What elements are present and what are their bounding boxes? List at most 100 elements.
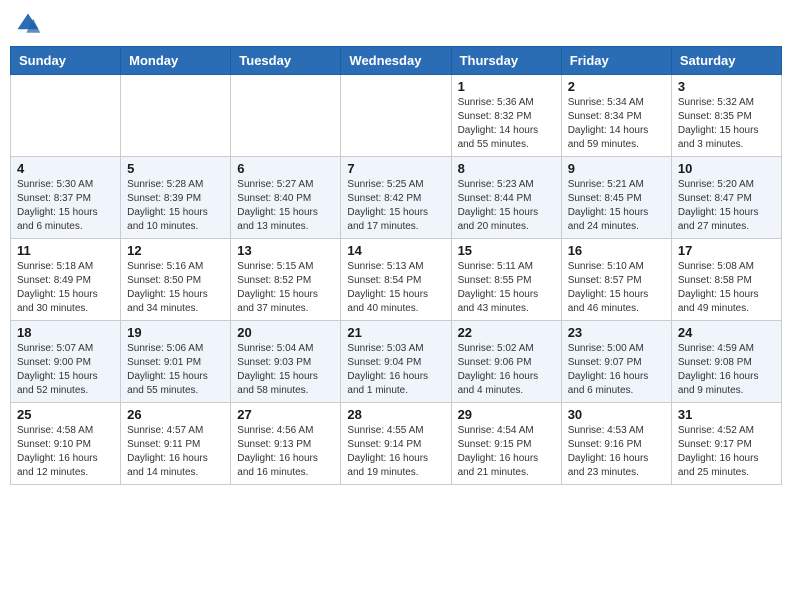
calendar-cell bbox=[11, 75, 121, 157]
day-number: 4 bbox=[17, 161, 114, 176]
calendar-cell: 31 Sunrise: 4:52 AM Sunset: 9:17 PM Dayli… bbox=[671, 403, 781, 485]
weekday-header-monday: Monday bbox=[121, 47, 231, 75]
day-info: Sunrise: 5:00 AM Sunset: 9:07 PM Dayligh… bbox=[568, 342, 665, 398]
day-info: Sunrise: 4:52 AM Sunset: 9:17 PM Dayligh… bbox=[678, 424, 775, 480]
day-info: Sunrise: 5:15 AM Sunset: 8:52 PM Dayligh… bbox=[237, 260, 334, 316]
calendar-cell: 21Sunrise: 5:03 AM Sunset: 9:04 PM Dayli… bbox=[341, 321, 451, 403]
day-number: 13 bbox=[237, 243, 334, 258]
day-info: Sunrise: 5:11 AM Sunset: 8:55 PM Dayligh… bbox=[458, 260, 555, 316]
calendar-cell: 15Sunrise: 5:11 AM Sunset: 8:55 PM Dayli… bbox=[451, 239, 561, 321]
day-info: Sunrise: 5:04 AM Sunset: 9:03 PM Dayligh… bbox=[237, 342, 334, 398]
day-info: Sunrise: 4:56 AM Sunset: 9:13 PM Dayligh… bbox=[237, 424, 334, 480]
calendar-cell: 22Sunrise: 5:02 AM Sunset: 9:06 PM Dayli… bbox=[451, 321, 561, 403]
day-number: 16 bbox=[568, 243, 665, 258]
day-number: 3 bbox=[678, 79, 775, 94]
day-info: Sunrise: 5:13 AM Sunset: 8:54 PM Dayligh… bbox=[347, 260, 444, 316]
weekday-header-friday: Friday bbox=[561, 47, 671, 75]
day-info: Sunrise: 5:18 AM Sunset: 8:49 PM Dayligh… bbox=[17, 260, 114, 316]
day-info: Sunrise: 5:25 AM Sunset: 8:42 PM Dayligh… bbox=[347, 178, 444, 234]
day-number: 1 bbox=[458, 79, 555, 94]
logo-icon bbox=[14, 10, 42, 38]
calendar-week-2: 4 Sunrise: 5:30 AM Sunset: 8:37 PM Daylig… bbox=[11, 157, 782, 239]
day-number: 31 bbox=[678, 407, 775, 422]
calendar-cell: 27 Sunrise: 4:56 AM Sunset: 9:13 PM Dayli… bbox=[231, 403, 341, 485]
day-number: 2 bbox=[568, 79, 665, 94]
calendar-cell bbox=[231, 75, 341, 157]
calendar-cell: 28 Sunrise: 4:55 AM Sunset: 9:14 PM Dayli… bbox=[341, 403, 451, 485]
calendar-cell: 4 Sunrise: 5:30 AM Sunset: 8:37 PM Daylig… bbox=[11, 157, 121, 239]
calendar-week-5: 25Sunrise: 4:58 AM Sunset: 9:10 PM Dayli… bbox=[11, 403, 782, 485]
logo bbox=[14, 10, 46, 38]
calendar-table: SundayMondayTuesdayWednesdayThursdayFrid… bbox=[10, 46, 782, 485]
weekday-header-thursday: Thursday bbox=[451, 47, 561, 75]
calendar-cell: 5 Sunrise: 5:28 AM Sunset: 8:39 PM Daylig… bbox=[121, 157, 231, 239]
day-info: Sunrise: 5:28 AM Sunset: 8:39 PM Dayligh… bbox=[127, 178, 224, 234]
day-number: 21 bbox=[347, 325, 444, 340]
day-number: 11 bbox=[17, 243, 114, 258]
calendar-cell: 23 Sunrise: 5:00 AM Sunset: 9:07 PM Dayli… bbox=[561, 321, 671, 403]
day-info: Sunrise: 5:10 AM Sunset: 8:57 PM Dayligh… bbox=[568, 260, 665, 316]
calendar-cell: 3 Sunrise: 5:32 AM Sunset: 8:35 PM Daylig… bbox=[671, 75, 781, 157]
calendar-cell: 12 Sunrise: 5:16 AM Sunset: 8:50 PM Dayli… bbox=[121, 239, 231, 321]
day-info: Sunrise: 5:32 AM Sunset: 8:35 PM Dayligh… bbox=[678, 96, 775, 152]
calendar-cell: 6Sunrise: 5:27 AM Sunset: 8:40 PM Daylig… bbox=[231, 157, 341, 239]
page-header bbox=[10, 10, 782, 38]
weekday-header-tuesday: Tuesday bbox=[231, 47, 341, 75]
day-number: 14 bbox=[347, 243, 444, 258]
day-info: Sunrise: 5:36 AM Sunset: 8:32 PM Dayligh… bbox=[458, 96, 555, 152]
day-info: Sunrise: 5:23 AM Sunset: 8:44 PM Dayligh… bbox=[458, 178, 555, 234]
calendar-week-4: 18 Sunrise: 5:07 AM Sunset: 9:00 PM Dayli… bbox=[11, 321, 782, 403]
day-info: Sunrise: 5:16 AM Sunset: 8:50 PM Dayligh… bbox=[127, 260, 224, 316]
weekday-header-row: SundayMondayTuesdayWednesdayThursdayFrid… bbox=[11, 47, 782, 75]
calendar-cell: 24 Sunrise: 4:59 AM Sunset: 9:08 PM Dayli… bbox=[671, 321, 781, 403]
day-number: 18 bbox=[17, 325, 114, 340]
day-number: 24 bbox=[678, 325, 775, 340]
calendar-week-3: 11 Sunrise: 5:18 AM Sunset: 8:49 PM Dayli… bbox=[11, 239, 782, 321]
day-info: Sunrise: 5:06 AM Sunset: 9:01 PM Dayligh… bbox=[127, 342, 224, 398]
day-info: Sunrise: 4:59 AM Sunset: 9:08 PM Dayligh… bbox=[678, 342, 775, 398]
day-info: Sunrise: 5:20 AM Sunset: 8:47 PM Dayligh… bbox=[678, 178, 775, 234]
day-number: 23 bbox=[568, 325, 665, 340]
calendar-cell: 10 Sunrise: 5:20 AM Sunset: 8:47 PM Dayli… bbox=[671, 157, 781, 239]
day-number: 28 bbox=[347, 407, 444, 422]
day-number: 9 bbox=[568, 161, 665, 176]
calendar-cell: 26 Sunrise: 4:57 AM Sunset: 9:11 PM Dayli… bbox=[121, 403, 231, 485]
day-number: 29 bbox=[458, 407, 555, 422]
calendar-cell: 14 Sunrise: 5:13 AM Sunset: 8:54 PM Dayli… bbox=[341, 239, 451, 321]
calendar-cell: 8Sunrise: 5:23 AM Sunset: 8:44 PM Daylig… bbox=[451, 157, 561, 239]
day-info: Sunrise: 5:02 AM Sunset: 9:06 PM Dayligh… bbox=[458, 342, 555, 398]
calendar-cell: 20Sunrise: 5:04 AM Sunset: 9:03 PM Dayli… bbox=[231, 321, 341, 403]
day-info: Sunrise: 5:30 AM Sunset: 8:37 PM Dayligh… bbox=[17, 178, 114, 234]
day-info: Sunrise: 5:07 AM Sunset: 9:00 PM Dayligh… bbox=[17, 342, 114, 398]
day-number: 27 bbox=[237, 407, 334, 422]
day-number: 26 bbox=[127, 407, 224, 422]
day-number: 30 bbox=[568, 407, 665, 422]
day-info: Sunrise: 4:55 AM Sunset: 9:14 PM Dayligh… bbox=[347, 424, 444, 480]
day-number: 5 bbox=[127, 161, 224, 176]
day-number: 25 bbox=[17, 407, 114, 422]
calendar-header: SundayMondayTuesdayWednesdayThursdayFrid… bbox=[11, 47, 782, 75]
weekday-header-wednesday: Wednesday bbox=[341, 47, 451, 75]
calendar-cell: 29 Sunrise: 4:54 AM Sunset: 9:15 PM Dayli… bbox=[451, 403, 561, 485]
day-number: 10 bbox=[678, 161, 775, 176]
day-number: 17 bbox=[678, 243, 775, 258]
calendar-body: 1 Sunrise: 5:36 AM Sunset: 8:32 PM Daylig… bbox=[11, 75, 782, 485]
calendar-cell bbox=[341, 75, 451, 157]
calendar-cell: 13 Sunrise: 5:15 AM Sunset: 8:52 PM Dayli… bbox=[231, 239, 341, 321]
calendar-cell bbox=[121, 75, 231, 157]
calendar-week-1: 1 Sunrise: 5:36 AM Sunset: 8:32 PM Daylig… bbox=[11, 75, 782, 157]
day-info: Sunrise: 5:34 AM Sunset: 8:34 PM Dayligh… bbox=[568, 96, 665, 152]
calendar-cell: 30Sunrise: 4:53 AM Sunset: 9:16 PM Dayli… bbox=[561, 403, 671, 485]
calendar-cell: 25Sunrise: 4:58 AM Sunset: 9:10 PM Dayli… bbox=[11, 403, 121, 485]
weekday-header-saturday: Saturday bbox=[671, 47, 781, 75]
calendar-cell: 11 Sunrise: 5:18 AM Sunset: 8:49 PM Dayli… bbox=[11, 239, 121, 321]
weekday-header-sunday: Sunday bbox=[11, 47, 121, 75]
calendar-cell: 17 Sunrise: 5:08 AM Sunset: 8:58 PM Dayli… bbox=[671, 239, 781, 321]
day-info: Sunrise: 4:54 AM Sunset: 9:15 PM Dayligh… bbox=[458, 424, 555, 480]
day-info: Sunrise: 5:21 AM Sunset: 8:45 PM Dayligh… bbox=[568, 178, 665, 234]
day-info: Sunrise: 4:57 AM Sunset: 9:11 PM Dayligh… bbox=[127, 424, 224, 480]
day-info: Sunrise: 5:08 AM Sunset: 8:58 PM Dayligh… bbox=[678, 260, 775, 316]
calendar-cell: 7Sunrise: 5:25 AM Sunset: 8:42 PM Daylig… bbox=[341, 157, 451, 239]
day-number: 12 bbox=[127, 243, 224, 258]
calendar-cell: 18 Sunrise: 5:07 AM Sunset: 9:00 PM Dayli… bbox=[11, 321, 121, 403]
